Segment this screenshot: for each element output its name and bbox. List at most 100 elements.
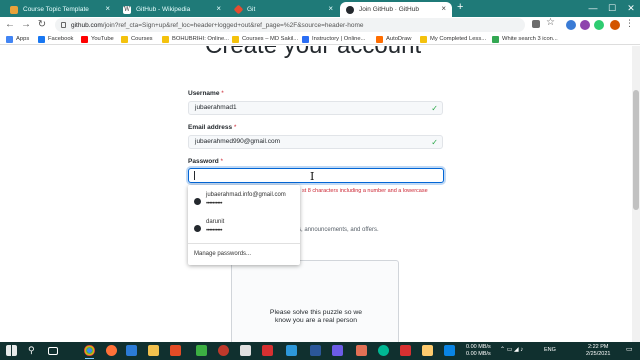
task-view-icon[interactable] <box>48 347 58 355</box>
bookmark-courses[interactable]: Courses <box>121 34 153 44</box>
bookmark-facebook[interactable]: Facebook <box>38 34 73 44</box>
autodraw-icon <box>376 35 383 43</box>
suggestion-password-mask: •••••••••• <box>206 228 223 234</box>
scrollbar-thumb[interactable] <box>633 90 639 210</box>
menu-icon[interactable]: ⋮ <box>625 18 635 28</box>
app-taskbar-icon[interactable] <box>444 345 455 356</box>
tab-label: Course Topic Template <box>23 6 89 13</box>
url-path: /join?ref_cta=Sign+up&ref_loc=header+log… <box>102 21 364 29</box>
facebook-icon <box>38 35 45 43</box>
password-requirement-hint: st 8 characters including a number and a… <box>302 188 428 194</box>
suggestion-username: darunit <box>206 219 225 225</box>
text-caret <box>194 171 195 180</box>
chrome-taskbar-icon[interactable] <box>84 345 95 359</box>
app-taskbar-icon[interactable] <box>286 345 297 356</box>
dropdown-divider <box>188 243 300 244</box>
captcha-panel[interactable]: Please solve this puzzle so we know you … <box>231 260 399 342</box>
app-taskbar-icon[interactable] <box>262 345 273 356</box>
autofill-suggestion[interactable]: jubaerahmad.info@gmail.com •••••••••• <box>188 189 300 215</box>
close-tab-icon[interactable]: × <box>105 4 110 13</box>
page-scrollbar[interactable] <box>632 46 640 342</box>
captcha-prompt-line-2: know you are a real person <box>275 317 357 324</box>
folder-icon <box>162 35 169 43</box>
app-taskbar-icon[interactable] <box>356 345 367 356</box>
email-field[interactable]: jubaerahmed990@gmail.com ✓ <box>188 135 443 149</box>
camtasia-taskbar-icon[interactable] <box>196 345 207 356</box>
extension-icon-3[interactable] <box>594 20 604 30</box>
bookmark-courses-md-sakil[interactable]: Courses – MD Sakil... <box>232 34 298 44</box>
github-icon <box>194 225 201 232</box>
maximize-button[interactable]: ☐ <box>603 0 621 17</box>
page-content: Create your account Username * jubaerahm… <box>0 46 632 342</box>
wikipedia-favicon-icon: W <box>123 5 131 14</box>
file-explorer-taskbar-icon[interactable] <box>148 345 159 356</box>
app-taskbar-icon[interactable] <box>332 345 343 356</box>
minimize-button[interactable]: — <box>584 0 602 17</box>
close-tab-icon[interactable]: × <box>441 4 446 13</box>
extension-icon-1[interactable] <box>566 20 576 30</box>
bookmark-white-search-icon[interactable]: White search 3 icon... <box>492 34 558 44</box>
vscode-taskbar-icon[interactable] <box>126 345 137 356</box>
folder-icon <box>420 35 427 43</box>
password-autofill-dropdown: jubaerahmad.info@gmail.com •••••••••• da… <box>188 185 300 265</box>
browser-tab-strip: Course Topic Template × W GitHub - Wikip… <box>0 0 640 17</box>
app-taskbar-icon[interactable] <box>170 345 181 356</box>
bookmark-autodraw[interactable]: AutoDraw <box>376 34 411 44</box>
email-preferences-text: s, announcements, and offers. <box>298 227 379 233</box>
forward-arrow-icon[interactable]: → <box>20 19 32 30</box>
browser-toolbar: ← → ↻ github.com/join?ref_cta=Sign+up&re… <box>0 17 640 33</box>
bookmark-youtube[interactable]: YouTube <box>81 34 114 44</box>
valid-check-icon: ✓ <box>431 138 438 147</box>
bookmark-apps[interactable]: Apps <box>6 34 29 44</box>
bookmark-instructory[interactable]: Instructory | Online... <box>302 34 365 44</box>
firefox-taskbar-icon[interactable] <box>106 345 117 356</box>
language-indicator[interactable]: ENG <box>544 347 556 354</box>
ibeam-cursor-icon: I <box>310 170 315 183</box>
app-taskbar-icon[interactable] <box>218 345 229 356</box>
app-taskbar-icon[interactable] <box>400 345 411 356</box>
bookmark-completed-lessons[interactable]: My Completed Less... <box>420 34 486 44</box>
notification-icon[interactable]: ▭ <box>626 346 633 353</box>
tab-course-topic-template[interactable]: Course Topic Template × <box>4 2 116 17</box>
github-icon <box>194 198 201 205</box>
app-taskbar-icon[interactable] <box>240 345 251 356</box>
username-label: Username * <box>188 90 224 97</box>
username-field[interactable]: jubaerahmad1 ✓ <box>188 101 443 115</box>
star-icon[interactable]: ☆ <box>546 17 556 28</box>
search-icon[interactable]: ⚲ <box>28 345 39 356</box>
close-tab-icon[interactable]: × <box>216 4 221 13</box>
app-taskbar-icon[interactable] <box>378 345 389 356</box>
lock-icon <box>61 22 66 28</box>
clock[interactable]: 2:22 PM 2/25/2021 <box>586 344 610 358</box>
tray-icons[interactable]: ⌃ ▭ ◢ ♪ <box>500 347 523 354</box>
back-arrow-icon[interactable]: ← <box>4 19 16 30</box>
key-icon[interactable] <box>532 20 540 28</box>
app-taskbar-icon[interactable] <box>422 345 433 356</box>
suggestion-username: jubaerahmad.info@gmail.com <box>206 192 286 198</box>
tab-git[interactable]: Git × <box>229 2 339 17</box>
manage-passwords-link[interactable]: Manage passwords... <box>194 251 251 257</box>
word-taskbar-icon[interactable] <box>310 345 321 356</box>
extension-icon-2[interactable] <box>580 20 590 30</box>
instructory-icon <box>302 35 309 43</box>
tab-join-github[interactable]: Join GitHub · GitHub × <box>340 2 452 17</box>
tab-label: Git <box>247 6 256 13</box>
close-tab-icon[interactable]: × <box>328 4 333 13</box>
suggestion-password-mask: •••••••••• <box>206 201 223 207</box>
page-title: Create your account <box>205 46 421 60</box>
tab-github-wikipedia[interactable]: W GitHub - Wikipedia × <box>117 2 227 17</box>
start-windows-icon[interactable] <box>6 345 17 356</box>
course-favicon-icon <box>10 5 18 14</box>
address-bar[interactable]: github.com/join?ref_cta=Sign+up&ref_loc=… <box>55 18 525 32</box>
captcha-prompt-line-1: Please solve this puzzle so we <box>269 309 363 316</box>
folder-icon <box>232 35 239 43</box>
network-speed: 0.00 MB/s 0.00 MB/s <box>466 344 491 357</box>
tab-label: GitHub - Wikipedia <box>136 6 191 13</box>
new-tab-button[interactable]: + <box>457 1 463 13</box>
autofill-suggestion[interactable]: darunit •••••••••• <box>188 216 300 242</box>
close-window-button[interactable]: ✕ <box>622 0 640 17</box>
password-field[interactable] <box>188 168 444 183</box>
profile-avatar-icon[interactable] <box>610 20 620 30</box>
bookmark-bohubrihi[interactable]: BOHUBRIHI: Online... <box>162 34 229 44</box>
reload-icon[interactable]: ↻ <box>36 19 48 30</box>
